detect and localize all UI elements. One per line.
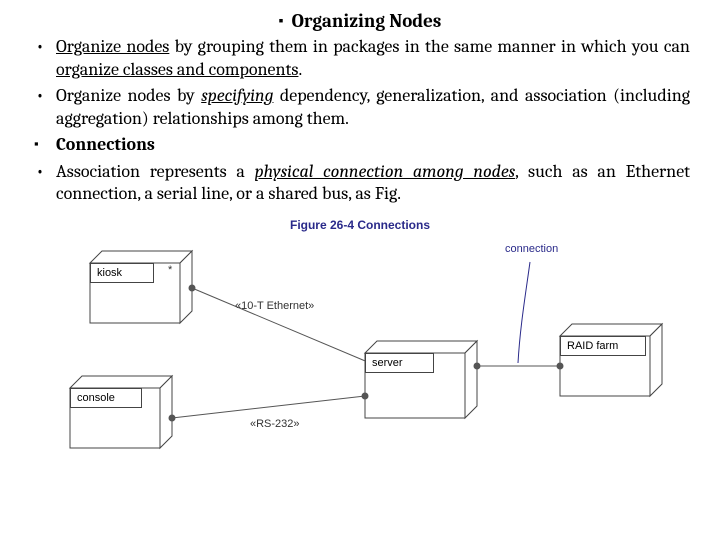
bullet-item: Organize nodes by specifying dependency,… <box>30 85 690 130</box>
multiplicity-star: * <box>168 264 172 276</box>
node-console-label: console <box>70 388 142 408</box>
bullet-item: Connections <box>30 134 690 157</box>
bullet-item: Association represents a physical connec… <box>30 161 690 206</box>
node-raid-label: RAID farm <box>560 336 646 356</box>
bullet-item: Organize nodes by grouping them in packa… <box>30 36 690 81</box>
connection-callout: connection <box>505 243 558 255</box>
node-server-label: server <box>365 353 434 373</box>
slide-title: Organizing Nodes <box>30 10 690 32</box>
node-kiosk-label: kiosk <box>90 263 154 283</box>
bullet-list: Organize nodes by grouping them in packa… <box>30 36 690 206</box>
edge-ethernet-label: «10-T Ethernet» <box>235 300 314 312</box>
figure: Figure 26-4 Connections <box>30 218 690 498</box>
edge-rs232-label: «RS-232» <box>250 418 300 430</box>
figure-svg <box>30 218 690 498</box>
